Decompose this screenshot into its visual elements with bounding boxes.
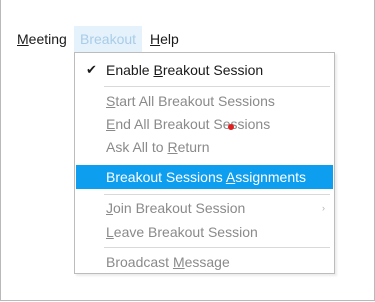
menu-item-label: Leave Breakout Session [106, 224, 258, 240]
menu-item-label: Start All Breakout Sessions [106, 93, 275, 109]
menu-item-broadcast-message[interactable]: Broadcast Message [76, 250, 333, 274]
menu-meeting[interactable]: Meeting [17, 26, 67, 52]
menu-separator [104, 86, 330, 87]
menu-item-label: Join Breakout Session [106, 200, 246, 216]
mouse-cursor-indicator [228, 124, 234, 130]
menu-breakout-label: Breakout [80, 31, 137, 47]
menu-meeting-label: eeting [28, 31, 67, 47]
menu-help-label: elp [160, 31, 179, 47]
menu-item-ask-all-to-return[interactable]: Ask All to Return [76, 135, 333, 159]
submenu-arrow-icon: › [322, 203, 325, 213]
breakout-dropdown-menu: ✔ Enable Breakout Session Start All Brea… [74, 52, 335, 274]
menu-item-label: End All Breakout Sessions [106, 116, 271, 132]
menu-item-label: Breakout Sessions Assignments [106, 169, 307, 185]
menu-help-mnemonic: H [150, 31, 161, 47]
menu-item-join-breakout-session[interactable]: Join Breakout Session › [76, 196, 333, 220]
menu-item-label: Ask All to Return [106, 139, 210, 155]
menu-breakout[interactable]: Breakout [74, 26, 143, 52]
menu-item-label: Enable Breakout Session [106, 62, 264, 78]
menu-item-enable-breakout-session[interactable]: ✔ Enable Breakout Session [76, 58, 333, 82]
menu-meeting-mnemonic: M [17, 31, 29, 47]
menu-item-end-all-breakout-sessions[interactable]: End All Breakout Sessions [76, 112, 333, 136]
menu-item-label: Broadcast Message [106, 254, 230, 270]
menu-help[interactable]: Help [150, 26, 179, 52]
menu-separator [104, 194, 330, 195]
app-window: Meeting Breakout Help ✔ Enable Breakout … [0, 0, 375, 301]
menu-separator [104, 247, 330, 248]
menu-item-start-all-breakout-sessions[interactable]: Start All Breakout Sessions [76, 89, 333, 113]
checkmark-icon: ✔ [86, 62, 97, 77]
menu-item-breakout-sessions-assignments[interactable]: Breakout Sessions Assignments [76, 165, 333, 189]
menu-bar: Meeting Breakout Help [1, 26, 375, 52]
menu-item-leave-breakout-session[interactable]: Leave Breakout Session [76, 220, 333, 244]
